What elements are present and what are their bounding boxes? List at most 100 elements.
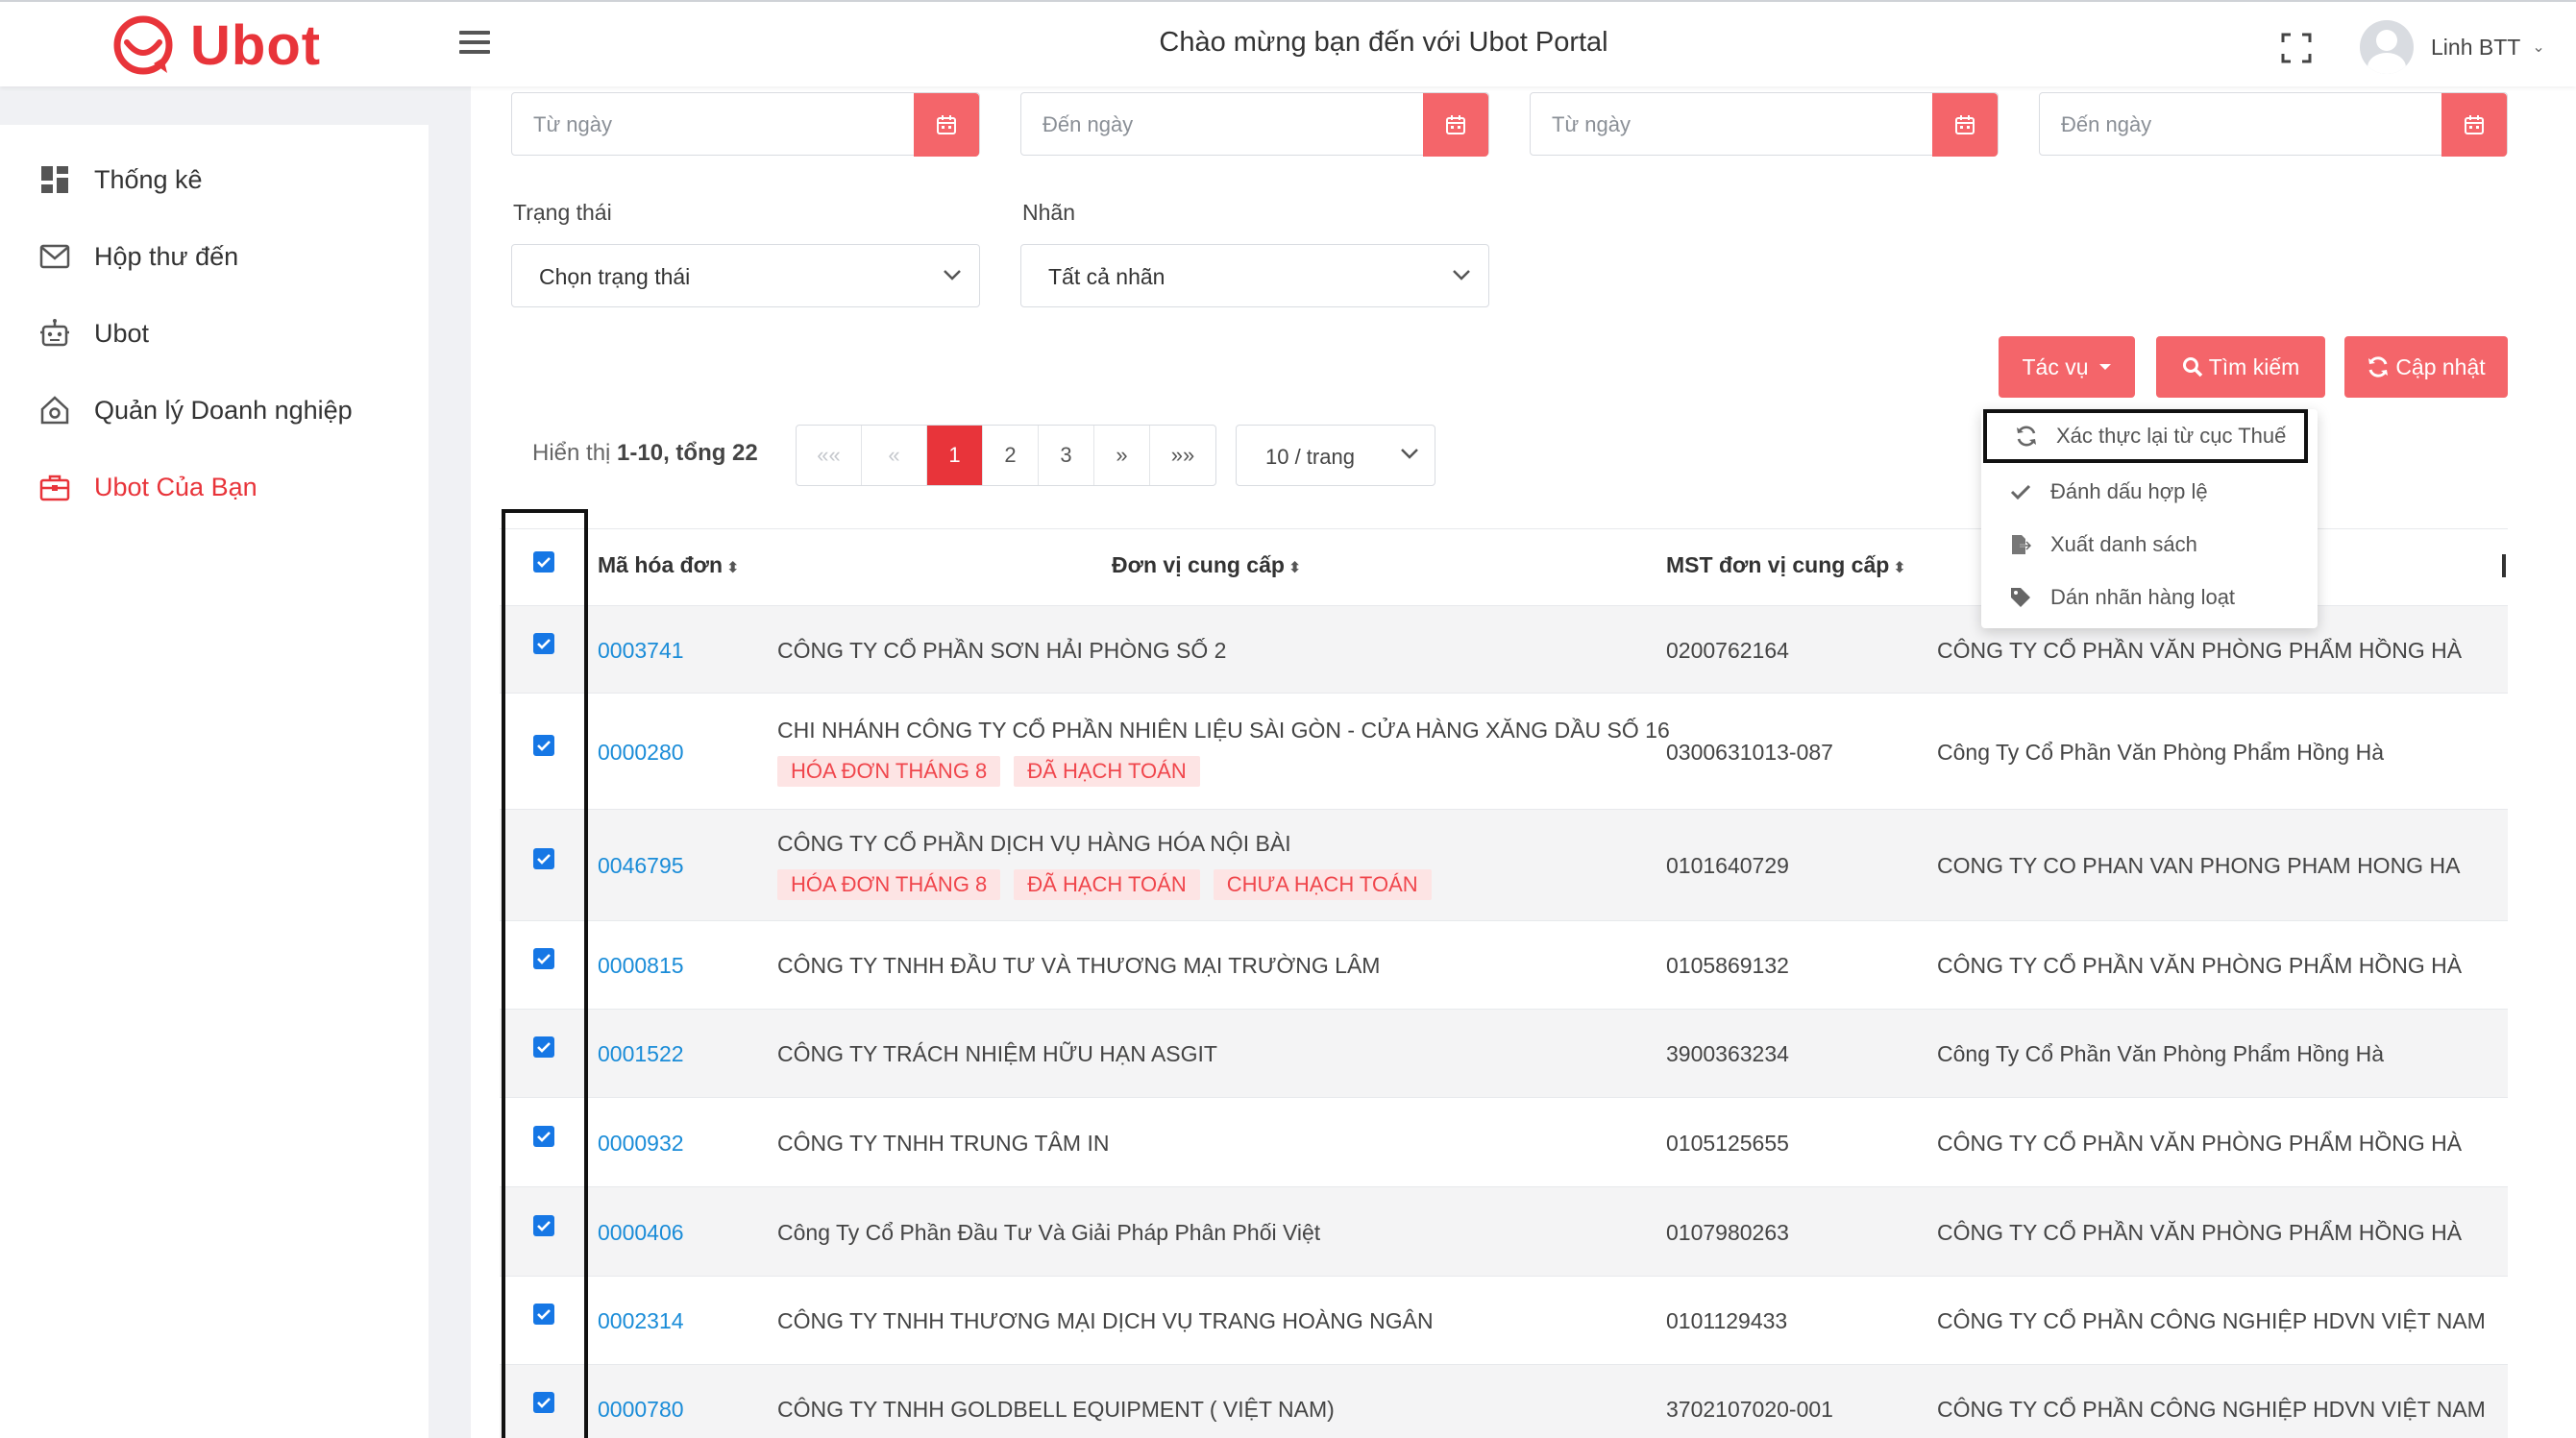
to-date-input[interactable]: Đến ngày <box>1020 92 1489 157</box>
table-row[interactable]: 0000815 CÔNG TY TNHH ĐẦU TƯ VÀ THƯƠNG MẠI… <box>500 920 2508 1009</box>
brand-logo[interactable]: Ubot <box>108 13 321 77</box>
menu-toggle-icon[interactable] <box>459 31 490 58</box>
invoice-code-link[interactable]: 0000815 <box>598 953 684 979</box>
invoice-code-link[interactable]: 0046795 <box>598 853 684 879</box>
chevron-down-icon <box>944 270 961 280</box>
search-button[interactable]: Tìm kiếm <box>2156 336 2325 398</box>
table-row[interactable]: 0001522 CÔNG TY TRÁCH NHIỆM HỮU HẠN ASGIT… <box>500 1009 2508 1097</box>
user-name: Linh BTT <box>2431 34 2521 60</box>
sidebar-item-label: Ubot <box>94 318 150 348</box>
row-checkbox[interactable] <box>533 633 554 654</box>
table-row[interactable]: 0046795 CÔNG TY CỔ PHẦN DỊCH VỤ HÀNG HÓA … <box>500 809 2508 920</box>
refresh-button[interactable]: Cập nhật <box>2344 336 2508 398</box>
buyer-name: CÔNG TY CỔ PHẦN CÔNG NGHIỆP HDVN VIỆT NA… <box>1937 1308 2486 1333</box>
table-row[interactable]: 0002314 CÔNG TY TNHH THƯƠNG MẠI DỊCH VỤ T… <box>500 1276 2508 1364</box>
tag-select[interactable]: Tất cả nhãn <box>1020 244 1489 307</box>
supplier-tax-code: 3702107020-001 <box>1666 1397 1833 1422</box>
sort-icon: ⬍ <box>1893 560 1906 576</box>
row-checkbox[interactable] <box>533 1126 554 1147</box>
first-page-button[interactable]: «« <box>797 426 862 485</box>
sidebar-item-ubot-cua-ban[interactable]: Ubot Của Bạn <box>0 449 429 525</box>
row-checkbox[interactable] <box>533 1392 554 1413</box>
sidebar-item-thong-ke[interactable]: Thống kê <box>0 141 429 218</box>
invoice-code-link[interactable]: 0001522 <box>598 1041 684 1067</box>
row-checkbox[interactable] <box>533 948 554 969</box>
column-header-code[interactable]: Mã hóa đơn ⬍ <box>598 552 739 578</box>
supplier-name: CÔNG TY TNHH ĐẦU TƯ VÀ THƯƠNG MẠI TRƯỜNG… <box>777 953 1381 978</box>
status-badge: HÓA ĐƠN THÁNG 8 <box>777 869 1001 900</box>
to-date-input-2[interactable]: Đến ngày <box>2039 92 2508 157</box>
buyer-name: CÔNG TY CỔ PHẦN VĂN PHÒNG PHẨM HỒNG HÀ <box>1937 1220 2463 1245</box>
invoice-code-link[interactable]: 0002314 <box>598 1308 684 1334</box>
menu-item-bulk-tag[interactable]: Dán nhãn hàng loạt <box>1981 573 2318 622</box>
sidebar-item-ubot[interactable]: Ubot <box>0 295 429 372</box>
calendar-icon[interactable] <box>1423 93 1488 157</box>
page-3-button[interactable]: 3 <box>1039 426 1094 485</box>
invoice-code-link[interactable]: 0000932 <box>598 1131 684 1157</box>
ubot-logo-icon <box>113 15 173 75</box>
fullscreen-icon[interactable] <box>2281 33 2312 63</box>
column-header-tax-code[interactable]: MST đơn vị cung cấp ⬍ <box>1666 552 1906 578</box>
sort-icon: ⬍ <box>1288 560 1302 576</box>
sidebar-item-quan-ly-doanh-nghiep[interactable]: Quản lý Doanh nghiệp <box>0 372 429 449</box>
invoice-code-link[interactable]: 0003741 <box>598 638 684 664</box>
menu-item-mark-valid[interactable]: Đánh dấu hợp lệ <box>1981 467 2318 517</box>
page-size-select[interactable]: 10 / trang <box>1236 425 1435 486</box>
column-header-supplier[interactable]: Đơn vị cung cấp ⬍ <box>1112 552 1301 578</box>
from-date-input[interactable]: Từ ngày <box>511 92 980 157</box>
avatar <box>2360 20 2414 74</box>
row-checkbox[interactable] <box>533 848 554 869</box>
refresh-label: Cập nhật <box>2395 353 2486 379</box>
table-row[interactable]: 0000932 CÔNG TY TNHH TRUNG TÂM IN 01051256… <box>500 1097 2508 1186</box>
robot-icon <box>38 317 71 350</box>
select-all-checkbox[interactable] <box>533 551 554 573</box>
invoice-code-link[interactable]: 0000406 <box>598 1220 684 1246</box>
sidebar: Thống kê Hộp thư đến Ubot Quản lý Doanh … <box>0 125 429 1438</box>
sidebar-item-label: Thống kê <box>94 164 203 194</box>
status-select[interactable]: Chọn trạng thái <box>511 244 980 307</box>
supplier-tax-code: 0300631013-087 <box>1666 740 1833 765</box>
last-page-button[interactable]: »» <box>1150 426 1215 485</box>
column-label: Đơn vị cung cấp <box>1112 552 1285 577</box>
menu-item-revalidate[interactable]: Xác thực lại từ cục Thuế <box>1983 409 2308 463</box>
tasks-dropdown-button[interactable]: Tác vụ <box>1999 336 2135 398</box>
mail-icon <box>38 240 71 273</box>
page-1-button[interactable]: 1 <box>927 426 983 485</box>
calendar-icon[interactable] <box>914 93 979 157</box>
tag-list: HÓA ĐƠN THÁNG 8 ĐÃ HẠCH TOÁN CHƯA HẠCH TOÁ… <box>777 869 1445 900</box>
supplier-tax-code: 0200762164 <box>1666 638 1789 663</box>
invoice-code-link[interactable]: 0000780 <box>598 1397 684 1423</box>
supplier-name: CÔNG TY CỔ PHẦN SƠN HẢI PHÒNG SỐ 2 <box>777 638 1227 663</box>
column-label: Mã hóa đơn <box>598 552 724 577</box>
page-2-button[interactable]: 2 <box>983 426 1039 485</box>
buyer-name: Công Ty Cổ Phần Văn Phòng Phẩm Hồng Hà <box>1937 1041 2384 1066</box>
prev-page-button[interactable]: « <box>862 426 927 485</box>
column-divider <box>2502 554 2506 577</box>
buyer-name: Công Ty Cổ Phần Văn Phòng Phẩm Hồng Hà <box>1937 740 2384 765</box>
tag-icon <box>2008 585 2033 610</box>
date-placeholder: Đến ngày <box>2061 112 2152 136</box>
sidebar-item-hop-thu-den[interactable]: Hộp thư đến <box>0 218 429 295</box>
calendar-icon[interactable] <box>1932 93 1998 157</box>
tag-label: Nhãn <box>1022 200 1075 225</box>
invoice-code-link[interactable]: 0000280 <box>598 740 684 766</box>
status-badge: CHƯA HẠCH TOÁN <box>1213 869 1432 900</box>
status-badge: HÓA ĐƠN THÁNG 8 <box>777 756 1001 787</box>
user-menu[interactable]: Linh BTT ⌄ <box>2360 20 2545 74</box>
row-checkbox[interactable] <box>533 735 554 756</box>
chevron-down-icon <box>1453 270 1470 280</box>
row-checkbox[interactable] <box>533 1036 554 1058</box>
table-row[interactable]: 0000780 CÔNG TY TNHH GOLDBELL EQUIPMENT (… <box>500 1364 2508 1438</box>
calendar-icon[interactable] <box>2441 93 2507 157</box>
buyer-name: CÔNG TY CỔ PHẦN VĂN PHÒNG PHẨM HỒNG HÀ <box>1937 953 2463 978</box>
table-row[interactable]: 0000406 Công Ty Cổ Phần Đầu Tư Và Giải Ph… <box>500 1186 2508 1276</box>
from-date-input-2[interactable]: Từ ngày <box>1530 92 1999 157</box>
row-checkbox[interactable] <box>533 1215 554 1236</box>
menu-item-export[interactable]: Xuất danh sách <box>1981 520 2318 570</box>
summary-prefix: Hiển thị <box>532 440 618 466</box>
export-icon <box>2008 532 2033 557</box>
row-checkbox[interactable] <box>533 1304 554 1325</box>
buyer-name: CÔNG TY CỔ PHẦN CÔNG NGHIỆP HDVN VIỆT NA… <box>1937 1397 2486 1422</box>
next-page-button[interactable]: » <box>1094 426 1150 485</box>
table-row[interactable]: 0000280 CHI NHÁNH CÔNG TY CỔ PHẦN NHIÊN L… <box>500 693 2508 809</box>
